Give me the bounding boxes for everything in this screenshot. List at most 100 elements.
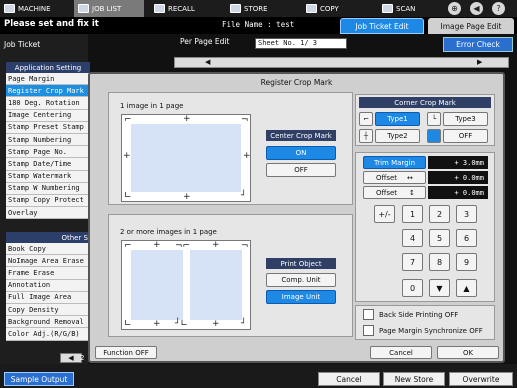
list-item[interactable]: Stamp Date/Time	[6, 158, 90, 171]
back-side-checkbox[interactable]	[363, 309, 374, 320]
down-arrow-key[interactable]: ▼	[429, 279, 450, 297]
list-item[interactable]: Stamp Copy Protect	[6, 195, 90, 208]
center-crop-off-button[interactable]: OFF	[266, 163, 336, 177]
back-side-label: Back Side Printing OFF	[379, 311, 459, 319]
application-setting-header: Application Setting	[6, 62, 90, 73]
list-item[interactable]: Image Centering	[6, 110, 90, 122]
page-margin-sync-checkbox[interactable]	[363, 325, 374, 336]
overwrite-button[interactable]: Overwrite	[449, 372, 513, 386]
tab-image-page-edit[interactable]: Image Page Edit	[428, 18, 514, 34]
list-item[interactable]: Full Image Area	[6, 292, 90, 304]
list-item[interactable]: Page Margin	[6, 73, 90, 86]
tab-machine[interactable]: MACHINE	[0, 0, 68, 17]
list-item[interactable]: Copy Density	[6, 304, 90, 317]
crop-mark-icon: ┘	[241, 191, 247, 201]
tab-copy[interactable]: COPY	[302, 0, 372, 17]
list-item[interactable]: Stamp Page No.	[6, 146, 90, 159]
scan-icon	[382, 4, 393, 13]
crop-mark-icon: +	[183, 114, 191, 124]
offset-vertical-button[interactable]: Offset ↕	[363, 186, 426, 199]
page-scroll-bar[interactable]: ◀ ▶	[174, 57, 509, 68]
crop-mark-icon: ∟	[124, 191, 132, 201]
crop-mark-icon: ┘	[241, 319, 247, 329]
center-crop-on-button[interactable]: ON	[266, 146, 336, 160]
tab-recall[interactable]: RECALL	[150, 0, 220, 17]
corner-crop-mark-header: Corner Crop Mark	[359, 97, 491, 108]
list-item[interactable]: Stamp Preset Stamp	[6, 122, 90, 134]
type1-corner-icon: ⌐	[359, 112, 373, 126]
offset-horizontal-button[interactable]: Offset ↔	[363, 171, 426, 184]
list-item[interactable]: Background Removal	[6, 316, 90, 329]
cancel-button[interactable]: Cancel	[318, 372, 380, 386]
list-item[interactable]: Stamp W Numbering	[6, 183, 90, 195]
other-setting-header: Other S	[6, 232, 90, 243]
key-1[interactable]: 1	[402, 205, 423, 223]
per-page-edit-label: Per Page Edit	[180, 37, 230, 46]
image-unit-button[interactable]: Image Unit	[266, 290, 336, 304]
new-store-button[interactable]: New Store	[383, 372, 445, 386]
comp-unit-button[interactable]: Comp. Unit	[266, 273, 336, 287]
key-5[interactable]: 5	[429, 229, 450, 247]
key-8[interactable]: 8	[429, 253, 450, 271]
dialog-cancel-button[interactable]: Cancel	[370, 346, 432, 359]
copy-icon	[306, 4, 317, 13]
tab-job-list[interactable]: JOB LIST	[74, 0, 144, 17]
key-7[interactable]: 7	[402, 253, 423, 271]
list-item[interactable]: Stamp Watermark	[6, 171, 90, 183]
crop-mark-icon: +	[212, 240, 220, 250]
key-3[interactable]: 3	[456, 205, 477, 223]
key-2[interactable]: 2	[429, 205, 450, 223]
list-item[interactable]: Overlay	[6, 207, 90, 220]
application-setting-list: Application Setting Page Margin Register…	[6, 62, 90, 220]
corner-off-button[interactable]: OFF	[443, 129, 488, 143]
corner-type1-button[interactable]: Type1	[375, 112, 420, 126]
dialog-ok-button[interactable]: OK	[437, 346, 499, 359]
list-item[interactable]: 180 Deg. Rotation	[6, 97, 90, 110]
type3-corner-icon: └	[427, 112, 441, 126]
list-item[interactable]: Annotation	[6, 280, 90, 292]
trim-margin-button[interactable]: Trim Margin	[363, 156, 426, 169]
crop-mark-icon: +	[212, 319, 220, 329]
corner-type2-button[interactable]: Type2	[375, 129, 420, 143]
crop-mark-icon: ┘∟	[175, 319, 188, 329]
offset-vertical-value: + 0.0mm	[428, 186, 488, 199]
up-arrow-key[interactable]: ▲	[456, 279, 477, 297]
plus-minus-key[interactable]: +/-	[374, 205, 395, 223]
page-margin-sync-label: Page Margin Synchronize OFF	[379, 327, 483, 335]
list-item[interactable]: Book Copy	[6, 243, 90, 256]
tab-scan[interactable]: SCAN	[378, 0, 438, 17]
volume-icon[interactable]: ◀	[470, 2, 483, 15]
key-9[interactable]: 9	[456, 253, 477, 271]
horizontal-arrow-icon: ↔	[407, 173, 413, 182]
key-0[interactable]: 0	[402, 279, 423, 297]
key-4[interactable]: 4	[402, 229, 423, 247]
list-item[interactable]: NoImage Area Erase	[6, 255, 90, 268]
print-area	[190, 250, 242, 320]
list-item-selected[interactable]: Register Crop Mark	[6, 85, 90, 98]
function-off-button[interactable]: Function OFF	[95, 346, 157, 359]
prev-page-button[interactable]: ◀	[60, 353, 82, 363]
vertical-arrow-icon: ↕	[409, 188, 415, 197]
tab-store[interactable]: STORE	[226, 0, 296, 17]
sample-output-button[interactable]: Sample Output	[4, 372, 74, 386]
network-icon[interactable]: ⊕	[448, 2, 461, 15]
help-icon[interactable]: ?	[492, 2, 505, 15]
list-item[interactable]: Frame Erase	[6, 267, 90, 280]
print-area	[131, 124, 241, 192]
list-item[interactable]: Color Adj.(R/G/B)	[6, 328, 90, 341]
file-name: File Name : test	[222, 20, 295, 29]
error-check-button[interactable]: Error Check	[443, 37, 513, 52]
store-icon	[230, 4, 241, 13]
job-ticket-heading: Job Ticket	[4, 40, 41, 49]
corner-type3-button[interactable]: Type3	[443, 112, 488, 126]
key-6[interactable]: 6	[456, 229, 477, 247]
other-setting-list: Other S Book Copy NoImage Area Erase Fra…	[6, 232, 90, 341]
top-tab-bar: MACHINE JOB LIST RECALL STORE COPY SCAN …	[0, 0, 517, 17]
scroll-left-icon[interactable]: ◀	[205, 58, 210, 66]
scroll-right-icon[interactable]: ▶	[477, 58, 482, 66]
bottom-bar: Sample Output Cancel New Store Overwrite	[0, 364, 517, 388]
crop-mark-icon: ⌐	[124, 241, 132, 251]
list-item[interactable]: Stamp Numbering	[6, 134, 90, 147]
one-image-label: 1 image in 1 page	[120, 102, 184, 110]
tab-job-ticket-edit[interactable]: Job Ticket Edit	[340, 18, 424, 34]
